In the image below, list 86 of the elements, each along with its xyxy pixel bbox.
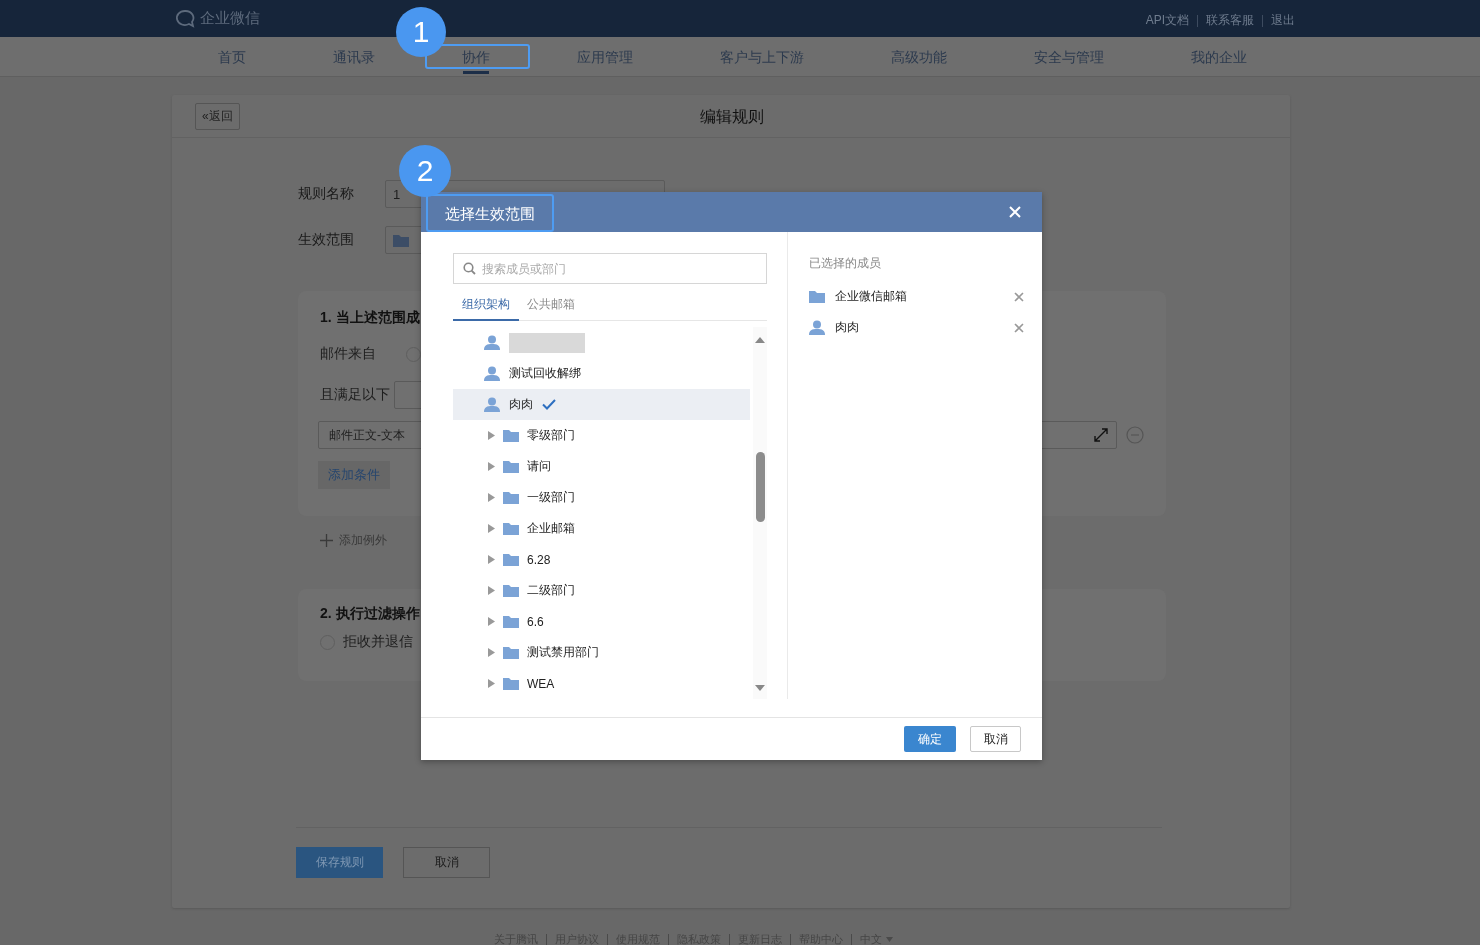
page-title: 编辑规则 xyxy=(700,107,764,127)
search-icon xyxy=(463,262,476,275)
cancel-button[interactable]: 取消 xyxy=(970,726,1021,752)
radio-button[interactable] xyxy=(406,346,421,362)
person-icon xyxy=(809,320,825,335)
nav-tab[interactable]: 应用管理 xyxy=(577,43,633,71)
section-title: 2. 执行过滤操作 xyxy=(320,605,420,623)
selected-member: 肉肉 xyxy=(835,319,860,336)
tree-item[interactable]: 一级部门 xyxy=(453,482,750,513)
tree-item[interactable]: 6.6 xyxy=(453,606,750,637)
selected-members-heading: 已选择的成员 xyxy=(809,255,882,272)
tree-item[interactable]: 测试回收解绑 xyxy=(453,358,750,389)
person-icon xyxy=(484,397,500,412)
plus-icon xyxy=(320,534,333,547)
tree-item[interactable]: 6.28 xyxy=(453,544,750,575)
close-icon xyxy=(1009,206,1021,218)
option-label: 拒收并退信 xyxy=(343,633,413,651)
section-title: 1. 当上述范围成 xyxy=(320,309,420,327)
folder-icon xyxy=(393,233,409,247)
expand-arrow-icon xyxy=(488,555,495,564)
folder-icon xyxy=(503,677,519,690)
person-icon xyxy=(484,335,500,350)
confirm-button[interactable]: 确定 xyxy=(904,726,956,752)
expand-icon xyxy=(1094,428,1108,442)
nav-tab[interactable]: 我的企业 xyxy=(1191,43,1247,71)
folder-icon xyxy=(503,429,519,442)
tree-item[interactable]: WEA xyxy=(453,668,750,699)
expand-arrow-icon xyxy=(488,617,495,626)
expand-arrow-icon xyxy=(488,462,495,471)
person-icon xyxy=(484,366,500,381)
tree-item[interactable]: 零级部门 xyxy=(453,420,750,451)
remove-button[interactable] xyxy=(1014,291,1024,302)
nav-tab[interactable]: 通讯录 xyxy=(333,43,375,71)
dialog-title: 选择生效范围 xyxy=(426,194,554,232)
expand-arrow-icon xyxy=(488,679,495,688)
tab[interactable]: 组织架构 xyxy=(453,292,519,321)
scrollbar-thumb[interactable] xyxy=(755,451,765,522)
folder-icon xyxy=(503,522,519,535)
tree-item[interactable]: 企业邮箱 xyxy=(453,513,750,544)
nav-tab[interactable]: 协作 xyxy=(462,43,490,71)
caret-icon xyxy=(886,937,893,942)
field-label: 且满足以下 xyxy=(320,386,391,404)
header-link[interactable]: 联系客服 xyxy=(1206,12,1254,29)
folder-icon xyxy=(503,615,519,628)
chat-bubble-icon xyxy=(175,8,197,29)
folder-icon xyxy=(503,553,519,566)
field-label: 生效范围 xyxy=(298,231,355,249)
check-icon xyxy=(542,399,556,410)
close-icon xyxy=(1014,322,1024,333)
selected-member: 企业微信邮箱 xyxy=(835,288,908,305)
expand-arrow-icon xyxy=(488,493,495,502)
folder-icon xyxy=(503,491,519,504)
scroll-up-icon xyxy=(755,337,765,343)
expand-arrow-icon xyxy=(488,648,495,657)
tab[interactable]: 公共邮箱 xyxy=(519,292,583,321)
annotation-badge: 1 xyxy=(396,7,446,57)
nav-tab[interactable]: 高级功能 xyxy=(891,43,947,71)
expand-arrow-icon xyxy=(488,431,495,440)
tree-item[interactable]: 测试禁用部门 xyxy=(453,637,750,668)
tree-item[interactable]: 请问 xyxy=(453,451,750,482)
expand-arrow-icon xyxy=(488,524,495,533)
nav-tab[interactable]: 首页 xyxy=(218,43,246,71)
save-button[interactable]: 保存规则 xyxy=(296,847,383,878)
back-button[interactable]: «返回 xyxy=(195,102,240,130)
folder-icon xyxy=(503,584,519,597)
add-condition-button[interactable]: 添加条件 xyxy=(318,461,390,489)
search-field[interactable]: 搜索成员或部门 xyxy=(453,253,767,284)
remove-button[interactable] xyxy=(1014,322,1024,333)
folder-icon xyxy=(809,290,825,303)
tree-item[interactable]: 肉肉 xyxy=(453,389,750,420)
header-link[interactable]: 退出 xyxy=(1271,12,1295,29)
close-button[interactable] xyxy=(1007,204,1023,220)
cancel-button[interactable]: 取消 xyxy=(403,847,490,878)
logo-text: 企业微信 xyxy=(200,9,260,28)
expand-arrow-icon xyxy=(488,586,495,595)
field-label: 规则名称 xyxy=(298,185,355,203)
nav-tab[interactable]: 安全与管理 xyxy=(1034,43,1104,71)
folder-icon xyxy=(503,460,519,473)
scroll-down-icon xyxy=(755,685,765,691)
header-link[interactable]: API文档 xyxy=(1145,12,1189,29)
tree-item[interactable]: 二级部门 xyxy=(453,575,750,606)
field-label: 邮件来自 xyxy=(320,345,377,363)
remove-icon xyxy=(1126,426,1144,444)
scrollbar[interactable] xyxy=(753,327,767,699)
close-icon xyxy=(1014,291,1024,302)
folder-icon xyxy=(503,646,519,659)
